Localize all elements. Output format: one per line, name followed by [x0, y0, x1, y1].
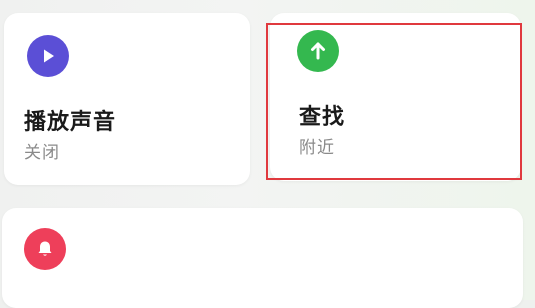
play-sound-card[interactable]: 播放声音 关闭 — [4, 13, 250, 185]
find-status: 附近 — [299, 138, 335, 158]
find-title: 查找 — [299, 105, 346, 130]
play-sound-status: 关闭 — [24, 143, 60, 163]
play-sound-title: 播放声音 — [24, 110, 117, 135]
find-card[interactable]: 查找 附近 — [270, 13, 521, 181]
play-icon — [27, 35, 69, 77]
arrow-up-icon — [297, 30, 339, 72]
notification-card[interactable] — [2, 208, 523, 308]
bell-icon — [24, 228, 66, 270]
